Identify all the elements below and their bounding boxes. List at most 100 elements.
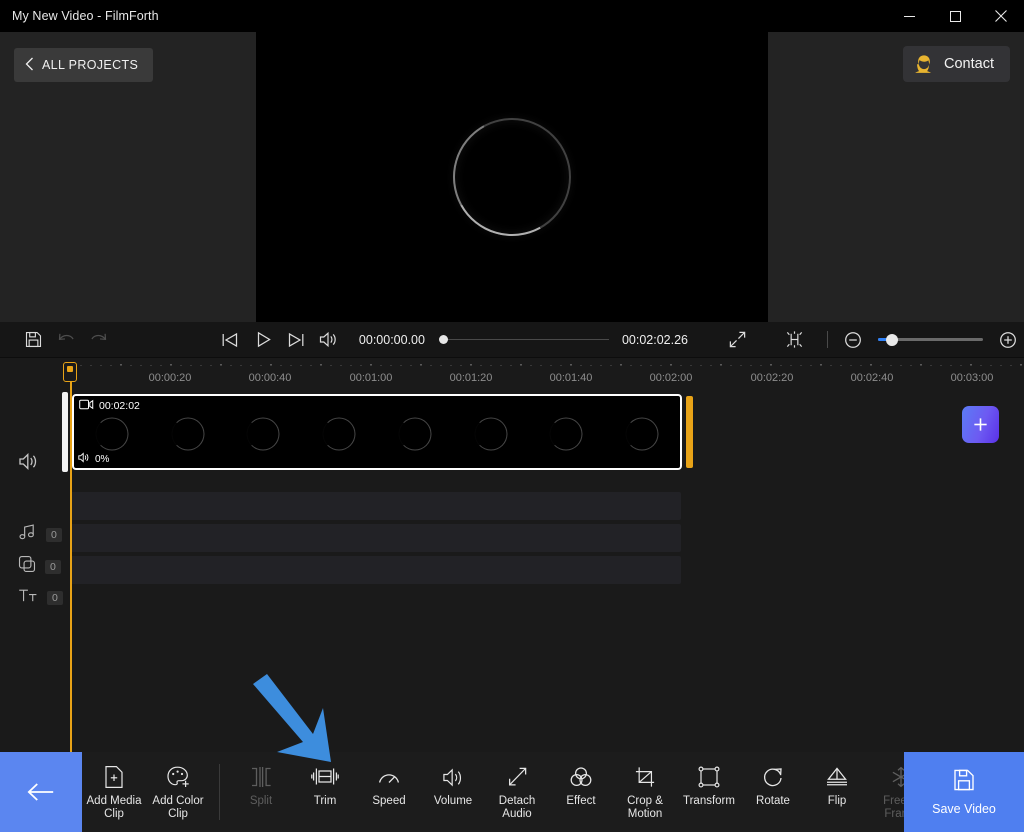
tool-transform[interactable]: Transform bbox=[677, 752, 741, 832]
overlay-track-lane[interactable] bbox=[70, 524, 681, 552]
ruler-tick-minor bbox=[200, 364, 202, 366]
ruler-tick-minor bbox=[560, 364, 562, 366]
window-controls bbox=[886, 0, 1024, 32]
text-track-lane[interactable] bbox=[70, 556, 681, 584]
add-media-clip-icon bbox=[103, 764, 125, 790]
timeline[interactable]: 00:00:20 00:00:40 00:01:00 00:01:20 00:01:40… bbox=[0, 358, 1024, 748]
track-header-music[interactable]: 0 bbox=[0, 523, 62, 546]
ruler-tick-minor bbox=[420, 364, 422, 366]
tool-trim[interactable]: Trim bbox=[293, 752, 357, 832]
music-track-count: 0 bbox=[46, 527, 62, 542]
ruler-tick-minor bbox=[1010, 364, 1012, 366]
add-track-button[interactable] bbox=[962, 406, 999, 443]
tool-label: Rotate bbox=[756, 795, 790, 807]
speaker-icon bbox=[78, 452, 91, 466]
timeline-end-marker[interactable] bbox=[686, 396, 693, 468]
contact-button[interactable]: Contact bbox=[903, 46, 1010, 82]
ruler-tick-minor bbox=[290, 364, 292, 366]
next-frame-button[interactable] bbox=[280, 332, 313, 348]
zoom-out-button[interactable] bbox=[837, 331, 870, 349]
tool-split[interactable]: Split bbox=[229, 752, 293, 832]
save-project-button[interactable] bbox=[17, 331, 50, 348]
tool-rotate[interactable]: Rotate bbox=[741, 752, 805, 832]
rotate-icon bbox=[762, 764, 784, 790]
track-header-audio-mix[interactable] bbox=[0, 452, 39, 476]
tool-add-media-clip[interactable]: Add Media Clip bbox=[82, 752, 146, 832]
tool-crop-motion[interactable]: Crop & Motion bbox=[613, 752, 677, 832]
seek-slider[interactable] bbox=[438, 335, 608, 344]
tool-speed[interactable]: Speed bbox=[357, 752, 421, 832]
ruler-time-label: 00:01:00 bbox=[349, 372, 393, 384]
volume-icon bbox=[442, 764, 465, 790]
clip-trim-handle-left[interactable] bbox=[62, 392, 68, 472]
tool-label: Volume bbox=[433, 795, 473, 807]
ruler-tick-minor bbox=[530, 364, 532, 366]
ruler-tick-minor bbox=[980, 364, 982, 366]
video-clip[interactable]: 00:02:02 0% bbox=[72, 394, 682, 470]
ruler-tick-minor bbox=[820, 364, 822, 366]
chevron-left-icon bbox=[25, 57, 34, 74]
back-button[interactable] bbox=[0, 752, 82, 832]
fit-to-screen-icon[interactable] bbox=[775, 329, 813, 350]
save-video-button[interactable]: Save Video bbox=[904, 752, 1024, 832]
ruler-tick-minor bbox=[460, 364, 462, 366]
ruler-tick-minor bbox=[130, 364, 132, 366]
zoom-slider[interactable] bbox=[877, 333, 984, 346]
fullscreen-icon[interactable] bbox=[718, 330, 756, 349]
tool-flip[interactable]: Flip bbox=[805, 752, 869, 832]
ruler-tick-minor bbox=[120, 364, 122, 366]
ruler-tick-minor bbox=[950, 364, 952, 366]
tool-label: Flip bbox=[827, 795, 847, 807]
ruler-tick-minor bbox=[490, 364, 492, 366]
all-projects-button[interactable]: ALL PROJECTS bbox=[14, 48, 154, 82]
video-preview[interactable] bbox=[256, 32, 768, 322]
playhead-line bbox=[69, 364, 72, 752]
ruler-tick-minor bbox=[800, 364, 802, 366]
ruler-tick-minor bbox=[650, 364, 652, 366]
maximize-button[interactable] bbox=[932, 0, 978, 32]
music-track-lane[interactable] bbox=[70, 492, 681, 520]
redo-button[interactable] bbox=[82, 331, 115, 348]
track-headers: 0 0 0 bbox=[0, 392, 70, 605]
tool-add-color-clip[interactable]: Add Color Clip bbox=[146, 752, 210, 832]
previous-frame-button[interactable] bbox=[214, 332, 247, 348]
undo-button[interactable] bbox=[50, 331, 83, 348]
seek-handle[interactable] bbox=[438, 335, 448, 344]
ruler-tick-minor bbox=[280, 364, 282, 366]
ruler-tick-minor bbox=[450, 364, 452, 366]
ruler-tick-minor bbox=[760, 364, 762, 366]
ruler-tick-minor bbox=[690, 364, 692, 366]
ruler-tick-minor bbox=[860, 364, 862, 366]
clip-thumbnail bbox=[74, 410, 150, 458]
ruler-time-label: 00:02:00 bbox=[649, 372, 693, 384]
close-button[interactable] bbox=[978, 0, 1024, 32]
ruler-tick-minor bbox=[310, 364, 312, 366]
ruler-tick-minor bbox=[170, 364, 172, 366]
ruler-tick-minor bbox=[340, 364, 342, 366]
tool-label: Trim bbox=[313, 795, 337, 807]
flip-icon bbox=[825, 764, 849, 790]
ruler-tick-minor bbox=[250, 364, 252, 366]
tool-label: Split bbox=[249, 795, 273, 807]
ruler-tick-minor bbox=[940, 364, 942, 366]
tool-volume[interactable]: Volume bbox=[421, 752, 485, 832]
track-header-overlay[interactable]: 0 bbox=[0, 555, 61, 578]
ruler-time-label: 00:01:20 bbox=[449, 372, 493, 384]
clip-thumbnail bbox=[604, 410, 680, 458]
tool-effect[interactable]: Effect bbox=[549, 752, 613, 832]
track-header-text[interactable]: 0 bbox=[0, 587, 63, 609]
ruler-tick-minor bbox=[850, 364, 852, 366]
volume-button[interactable] bbox=[312, 331, 345, 348]
timeline-ruler[interactable]: 00:00:20 00:00:40 00:01:00 00:01:20 00:01:40… bbox=[0, 358, 1024, 392]
overlay-icon bbox=[18, 555, 36, 578]
tool-detach-audio[interactable]: Detach Audio bbox=[485, 752, 549, 832]
ruler-tick-minor bbox=[80, 364, 82, 366]
ruler-tick-minor bbox=[180, 364, 182, 366]
play-button[interactable] bbox=[247, 331, 280, 348]
zoom-slider-handle[interactable] bbox=[885, 333, 898, 346]
playhead-handle[interactable] bbox=[63, 362, 77, 382]
ruler-tick-minor bbox=[840, 364, 842, 366]
minimize-button[interactable] bbox=[886, 0, 932, 32]
ruler-time-label: 00:00:40 bbox=[248, 372, 292, 384]
zoom-in-button[interactable] bbox=[991, 331, 1024, 349]
